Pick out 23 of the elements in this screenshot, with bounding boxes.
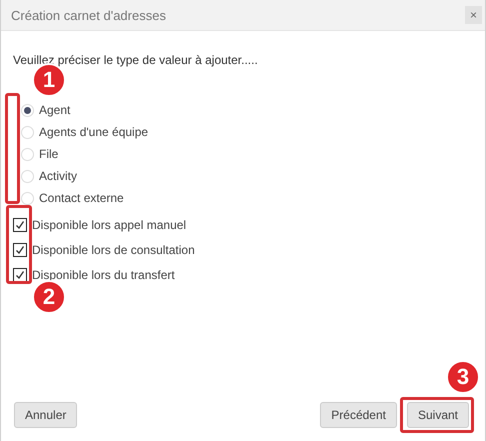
radio-label: Contact externe xyxy=(39,191,124,205)
radio-button[interactable] xyxy=(21,104,34,116)
checkbox-label: Disponible lors de consultation xyxy=(32,242,195,256)
window-title: Création carnet d'adresses xyxy=(11,8,166,22)
radio-label: File xyxy=(39,147,58,161)
step-badge: 2 xyxy=(32,280,66,314)
next-button[interactable]: Suivant xyxy=(406,402,469,428)
checkbox-label: Disponible lors appel manuel xyxy=(32,218,186,232)
checkbox-label: Disponible lors du transfert xyxy=(32,268,175,282)
checkbox[interactable] xyxy=(13,268,27,282)
close-button[interactable]: × xyxy=(465,6,482,24)
radio-button[interactable] xyxy=(21,192,34,204)
previous-button[interactable]: Précédent xyxy=(320,402,397,428)
step-badge: 3 xyxy=(446,360,480,394)
cancel-button[interactable]: Annuler xyxy=(14,402,78,428)
checkbox[interactable] xyxy=(13,218,27,232)
checkbox[interactable] xyxy=(13,242,27,256)
radio-button[interactable] xyxy=(21,148,34,160)
radio-label: Agents d'une équipe xyxy=(39,125,148,139)
radio-label: Agent xyxy=(39,103,70,117)
radio-label: Activity xyxy=(39,169,78,183)
radio-button[interactable] xyxy=(21,126,34,138)
radio-button[interactable] xyxy=(21,170,34,182)
